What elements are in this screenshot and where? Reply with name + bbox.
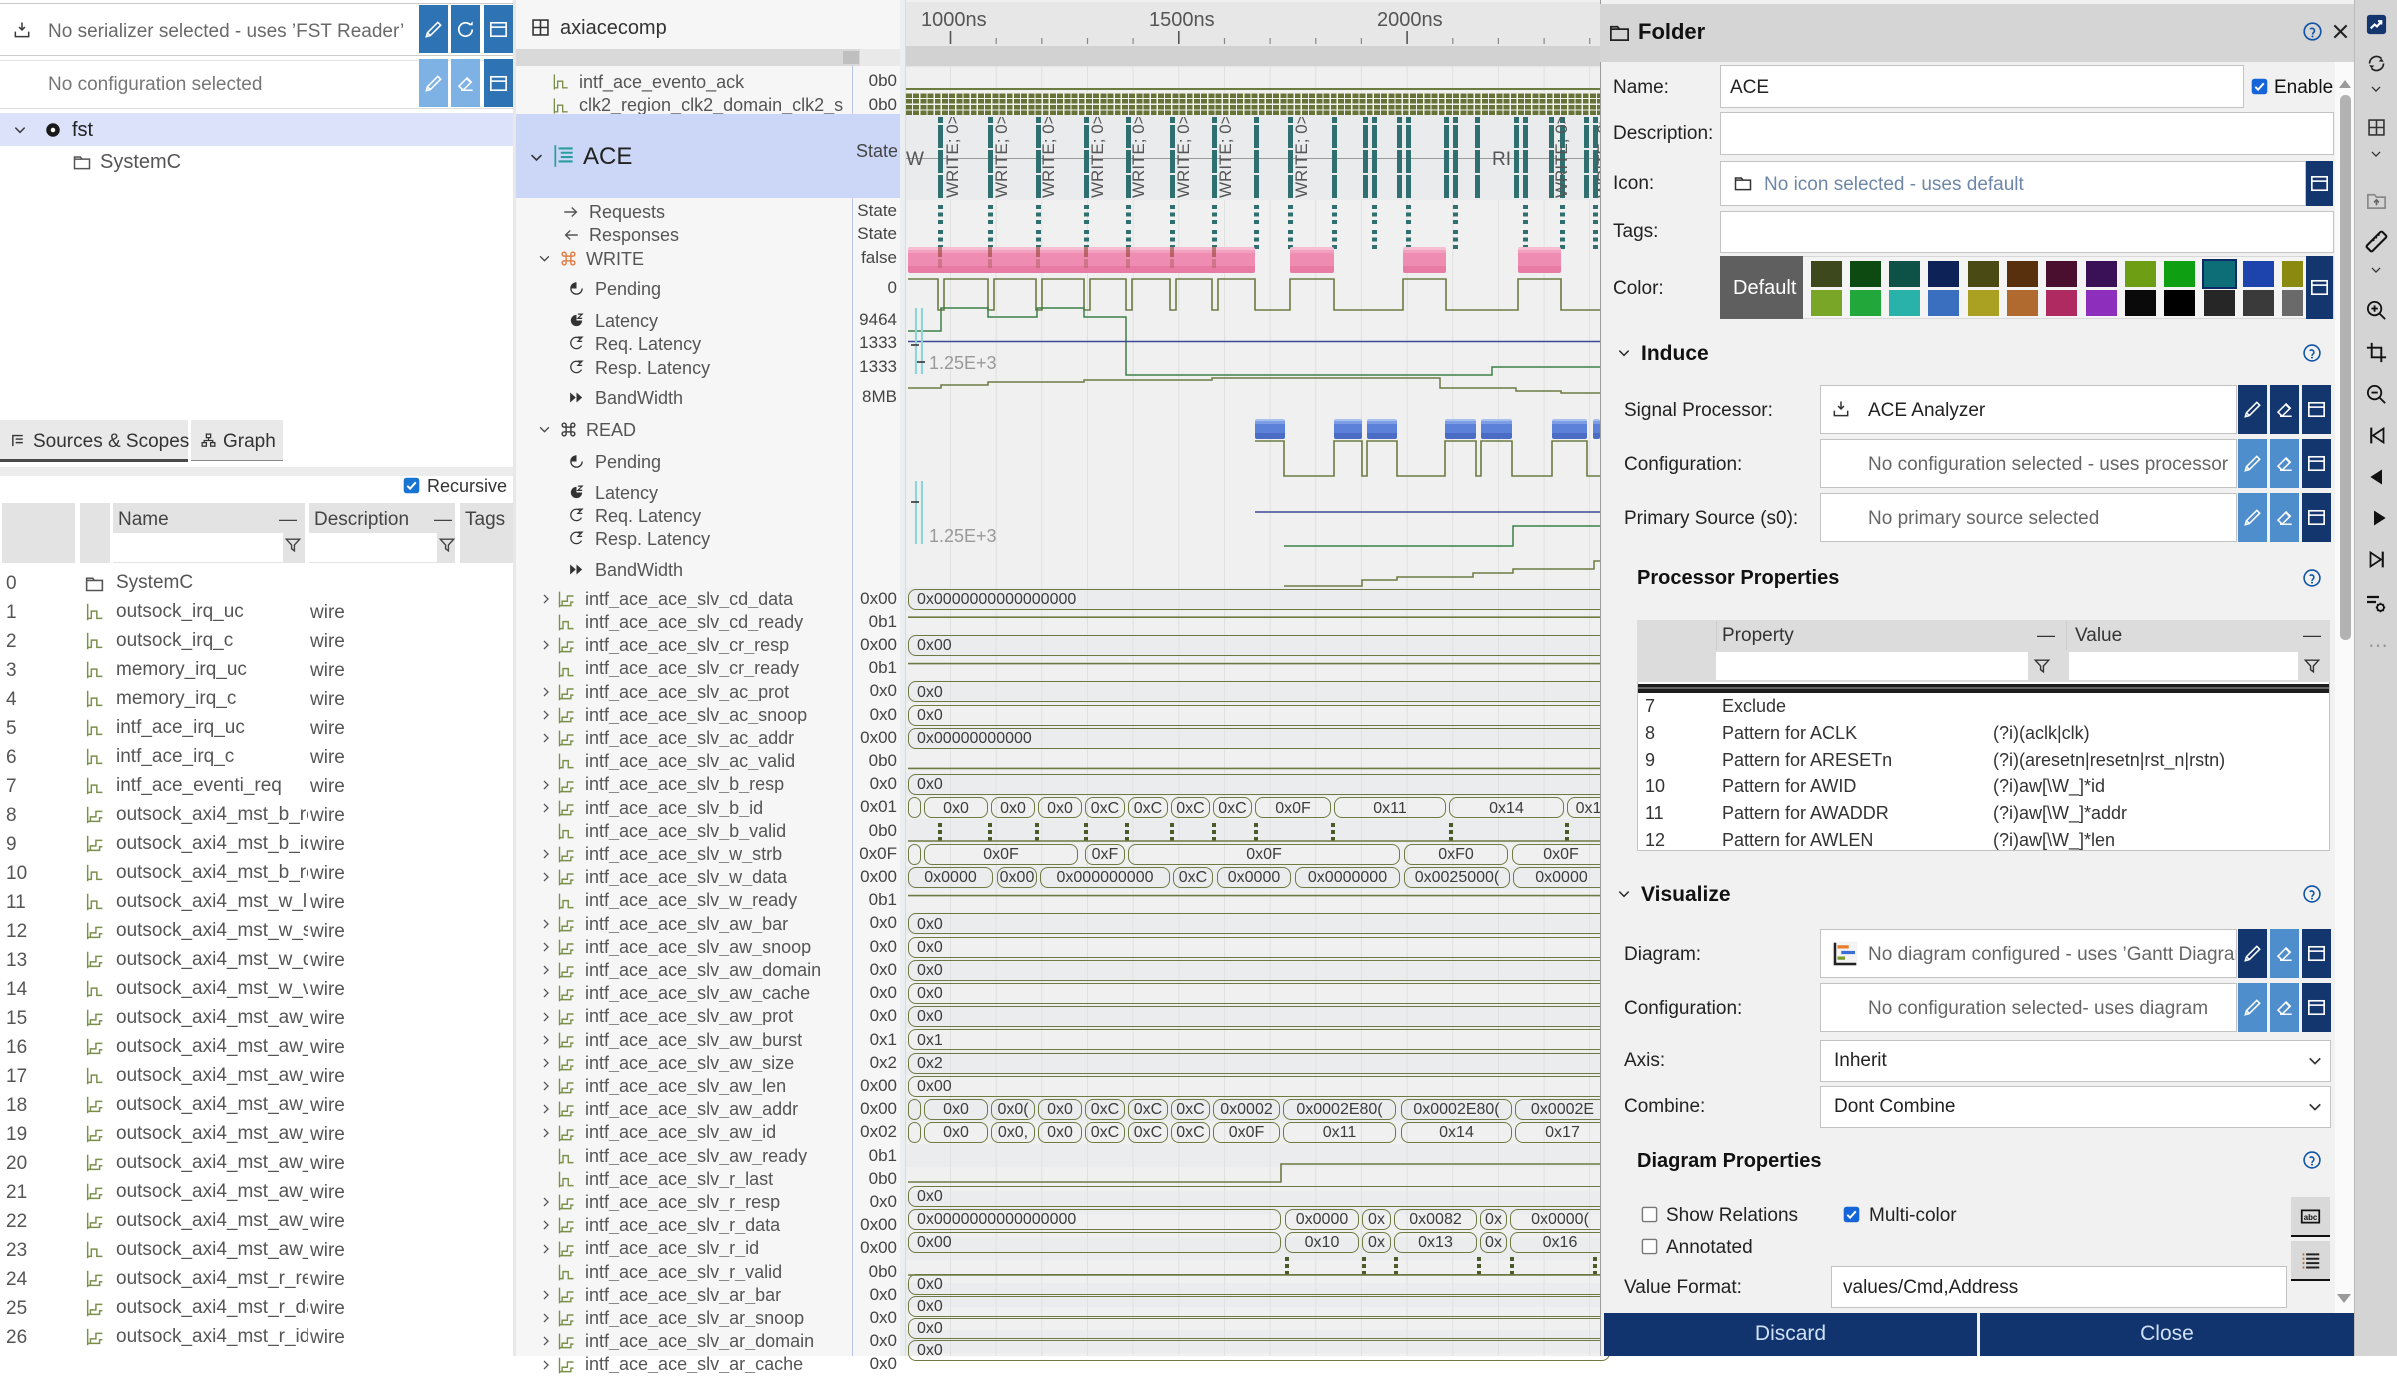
svg-text:abc: abc: [2304, 1213, 2318, 1222]
